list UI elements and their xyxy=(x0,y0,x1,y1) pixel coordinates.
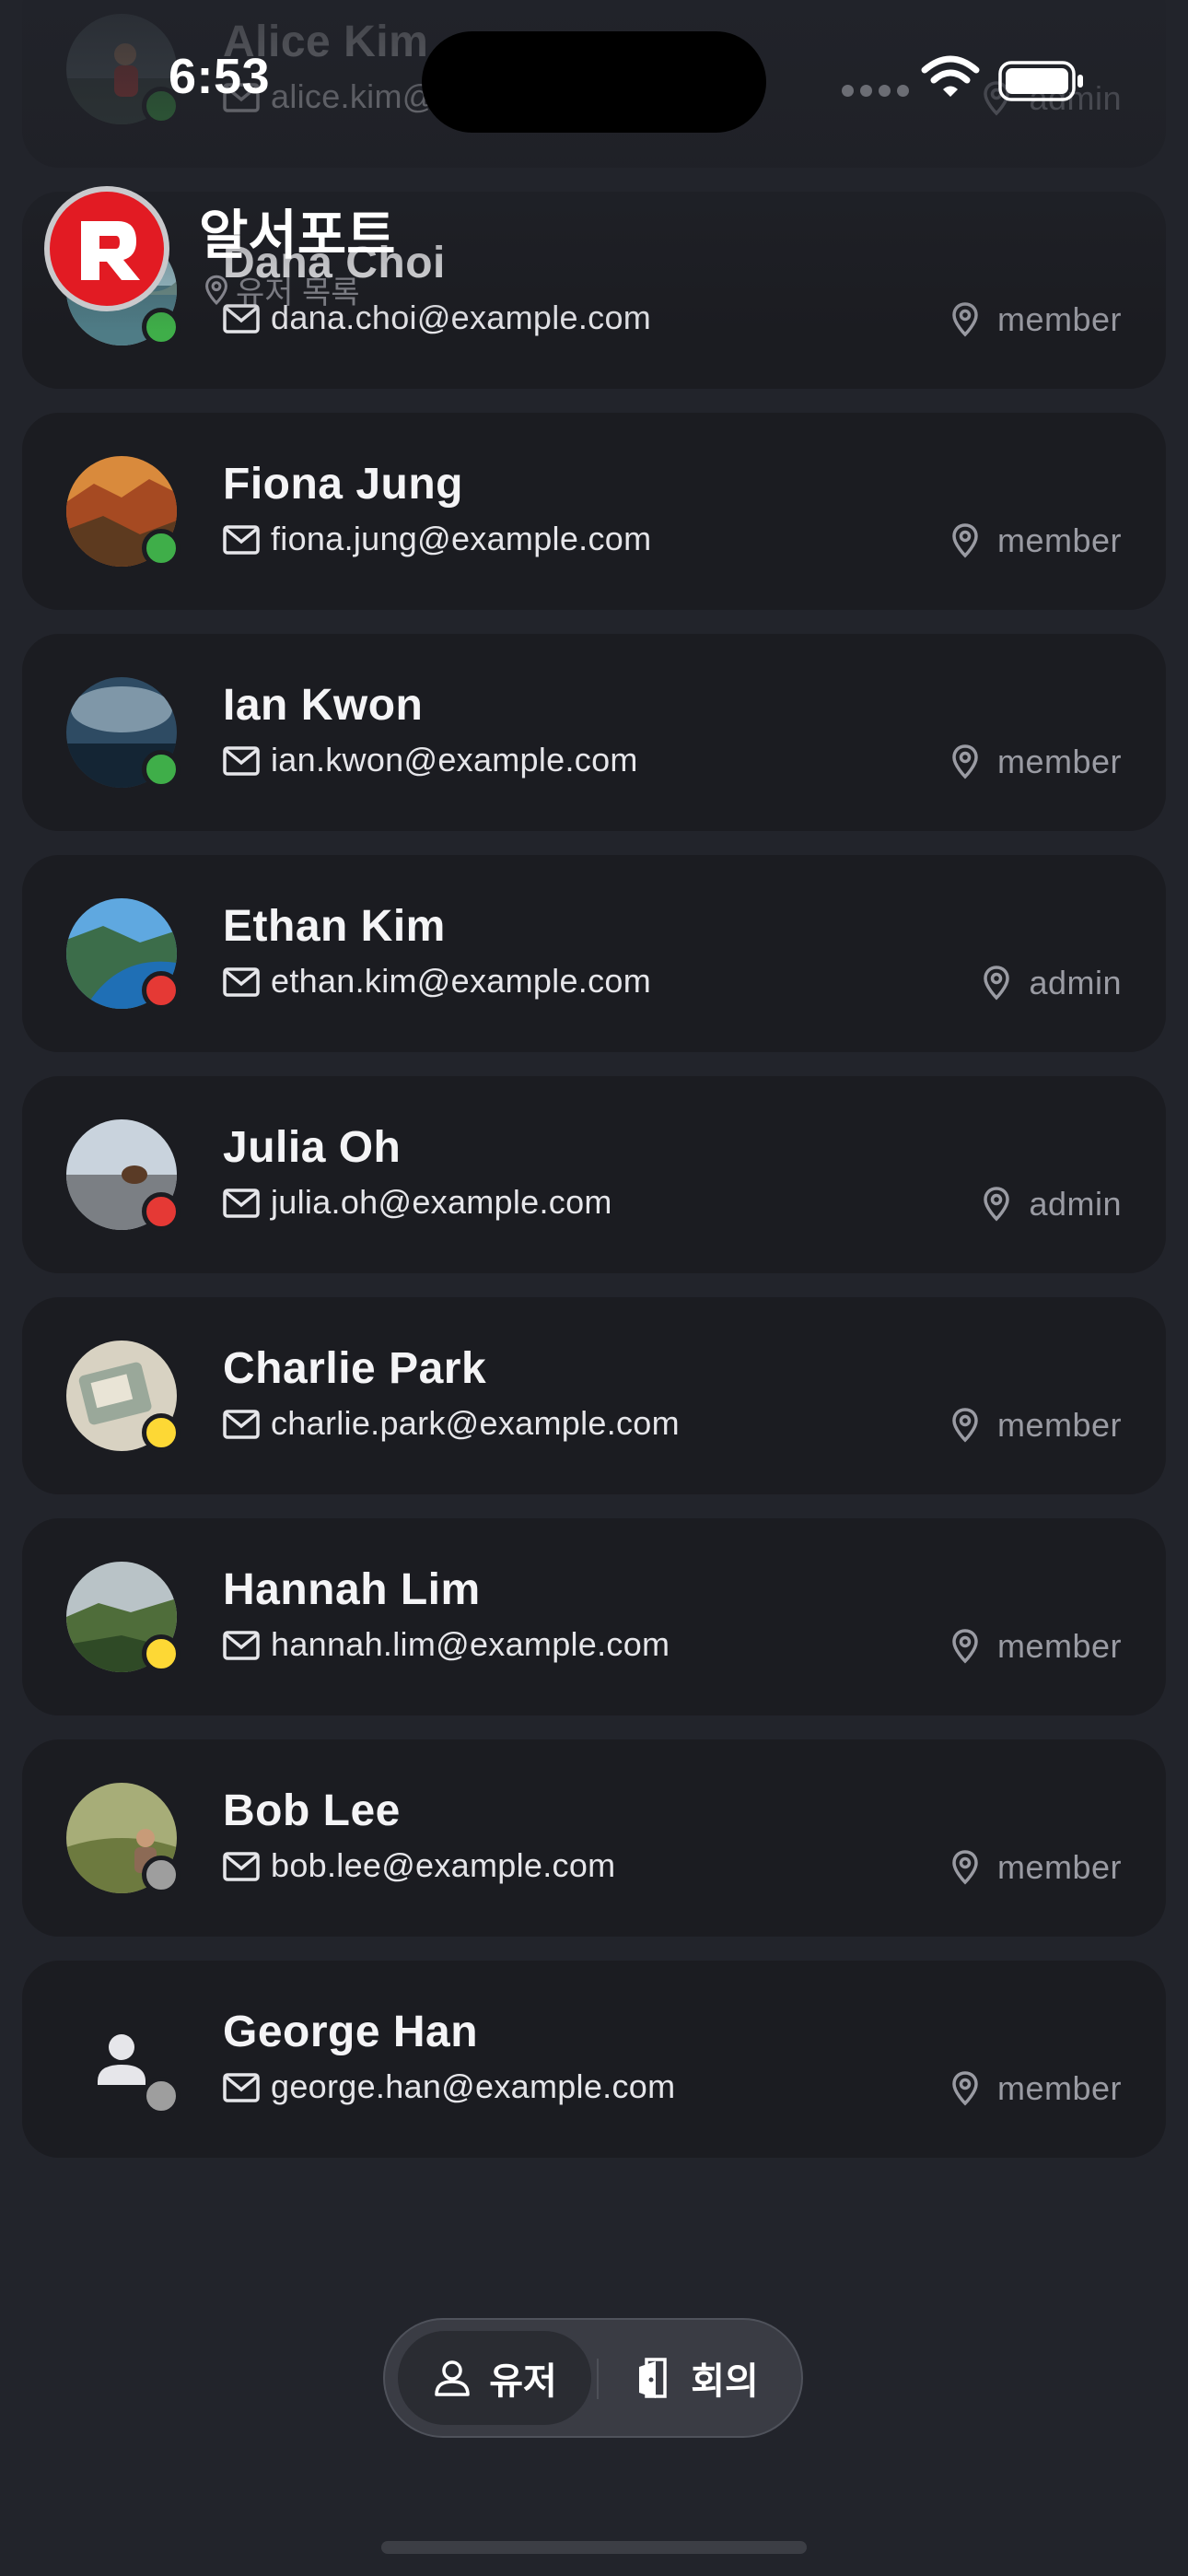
tab-users[interactable]: 유저 xyxy=(398,2331,591,2425)
user-name: Ian Kwon xyxy=(223,681,424,730)
role-label: admin xyxy=(1029,1185,1122,1223)
user-card[interactable]: Hannah Lim hannah.lim@example.com member xyxy=(22,1518,1166,1715)
location-pin-icon xyxy=(952,1850,978,1885)
location-pin-icon xyxy=(952,2071,978,2106)
role-label: member xyxy=(996,2069,1122,2107)
person-icon xyxy=(435,2360,470,2396)
user-card[interactable]: Fiona Jung fiona.jung@example.com member xyxy=(22,413,1166,610)
status-time: 6:53 xyxy=(169,49,271,104)
status-indicator xyxy=(142,308,181,346)
status-indicator xyxy=(142,750,181,789)
mail-icon xyxy=(223,1852,260,1881)
user-email: ian.kwon@example.com xyxy=(271,741,638,779)
status-indicator xyxy=(142,1856,181,1894)
user-role: member xyxy=(951,521,1122,560)
location-pin-icon xyxy=(952,1408,978,1443)
role-label: member xyxy=(996,1406,1122,1444)
status-indicator xyxy=(142,1192,181,1231)
user-role: member xyxy=(951,300,1122,339)
user-card[interactable]: George Han george.han@example.com member xyxy=(22,1961,1166,2158)
status-indicator xyxy=(142,971,181,1010)
tab-users-label: 유저 xyxy=(489,2361,557,2402)
user-role: member xyxy=(951,1848,1122,1887)
mail-icon xyxy=(223,967,260,997)
role-label: member xyxy=(996,521,1122,559)
user-name: Fiona Jung xyxy=(223,460,463,509)
location-pin-icon xyxy=(984,1187,1010,1222)
mail-icon xyxy=(223,2073,260,2102)
user-role: member xyxy=(951,743,1122,781)
status-indicator xyxy=(142,529,181,568)
mail-icon xyxy=(223,525,260,555)
role-label: member xyxy=(996,743,1122,780)
location-pin-icon xyxy=(952,1629,978,1664)
user-name: Bob Lee xyxy=(223,1786,401,1835)
user-email: george.han@example.com xyxy=(271,2067,676,2105)
app-subtitle: 유저 목록 xyxy=(204,267,360,312)
user-role: admin xyxy=(983,964,1122,1002)
user-name: Charlie Park xyxy=(223,1344,487,1393)
user-card[interactable]: Dana Choi dana.choi@example.com member xyxy=(22,192,1166,389)
user-list[interactable]: Alice Kim alice.kim@example.com admin Da… xyxy=(22,0,1166,2182)
user-name: George Han xyxy=(223,2008,479,2056)
app-logo-icon xyxy=(44,186,169,311)
user-role: member xyxy=(951,1627,1122,1666)
user-card[interactable]: Ian Kwon ian.kwon@example.com member xyxy=(22,634,1166,831)
user-name: Julia Oh xyxy=(223,1123,402,1172)
user-role: admin xyxy=(983,1185,1122,1224)
role-label: member xyxy=(996,1627,1122,1665)
cellular-signal-icon xyxy=(842,85,909,97)
mail-icon xyxy=(223,1631,260,1660)
tab-meetings-label: 회의 xyxy=(691,2361,759,2402)
location-pin-icon xyxy=(952,523,978,558)
status-indicator xyxy=(142,1634,181,1673)
user-email: ethan.kim@example.com xyxy=(271,962,652,1000)
status-indicator xyxy=(142,2077,181,2115)
mail-icon xyxy=(223,1188,260,1218)
home-indicator xyxy=(381,2541,807,2554)
location-pin-icon xyxy=(205,275,227,305)
user-card[interactable]: Ethan Kim ethan.kim@example.com admin xyxy=(22,855,1166,1052)
door-icon xyxy=(639,2358,667,2398)
wifi-icon xyxy=(921,55,980,97)
mail-icon xyxy=(223,1410,260,1439)
dynamic-island xyxy=(422,31,766,133)
user-email: charlie.park@example.com xyxy=(271,1404,680,1442)
user-email: hannah.lim@example.com xyxy=(271,1625,670,1663)
battery-icon xyxy=(998,61,1083,101)
location-pin-icon xyxy=(952,744,978,779)
tab-meetings[interactable]: 회의 xyxy=(602,2331,790,2425)
mail-icon xyxy=(223,746,260,776)
location-pin-icon xyxy=(952,302,978,337)
app-title: 알서포트 xyxy=(199,205,396,265)
user-role: member xyxy=(951,1406,1122,1445)
user-email: fiona.jung@example.com xyxy=(271,520,652,557)
location-pin-icon xyxy=(984,966,1010,1001)
user-email: bob.lee@example.com xyxy=(271,1846,616,1884)
tab-divider xyxy=(597,2359,599,2399)
status-indicator xyxy=(142,1413,181,1452)
user-card[interactable]: Bob Lee bob.lee@example.com member xyxy=(22,1739,1166,1937)
user-role: member xyxy=(951,2069,1122,2108)
user-name: Hannah Lim xyxy=(223,1565,481,1614)
bottom-tab-bar: 유저 회의 xyxy=(383,2318,803,2438)
status-bar: 6:53 xyxy=(0,0,1188,157)
subtitle-label: 유저 목록 xyxy=(236,275,360,310)
user-card[interactable]: Charlie Park charlie.park@example.com me… xyxy=(22,1297,1166,1494)
role-label: member xyxy=(996,300,1122,338)
user-name: Ethan Kim xyxy=(223,902,446,951)
role-label: member xyxy=(996,1848,1122,1886)
user-card[interactable]: Julia Oh julia.oh@example.com admin xyxy=(22,1076,1166,1273)
screen: Alice Kim alice.kim@example.com admin Da… xyxy=(0,0,1188,2576)
user-email: julia.oh@example.com xyxy=(271,1183,612,1221)
role-label: admin xyxy=(1029,964,1122,1001)
